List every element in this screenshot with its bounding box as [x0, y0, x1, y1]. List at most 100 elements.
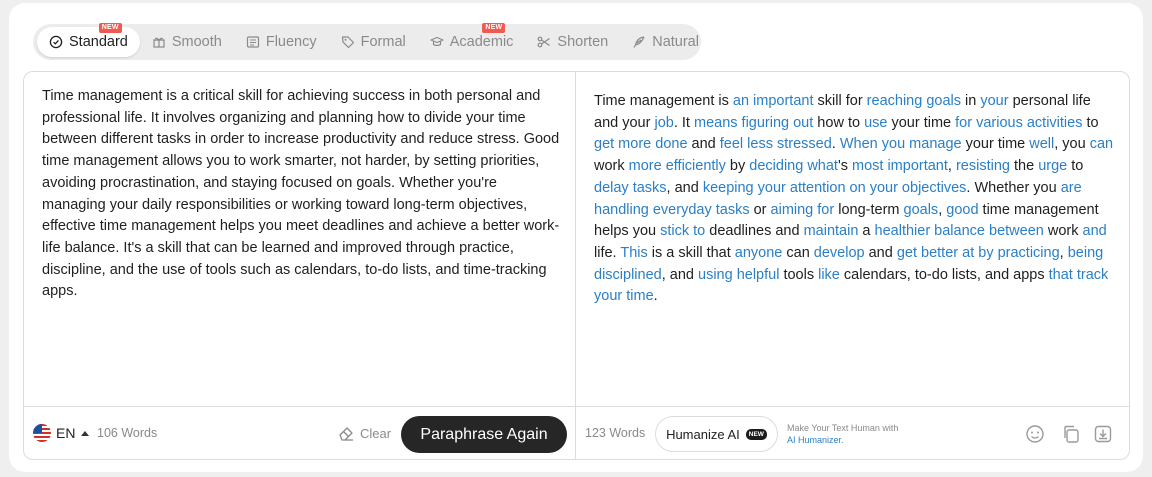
humanizer-promo: Make Your Text Human with AI Humanizer. — [787, 422, 898, 446]
changed-phrase[interactable]: healthier balance between — [875, 223, 1044, 239]
unchanged-text: 's — [837, 158, 852, 175]
unchanged-text: work — [1043, 223, 1083, 240]
unchanged-text: , — [947, 158, 956, 175]
unchanged-text: . It — [673, 114, 694, 131]
new-badge: NEW — [745, 428, 767, 440]
us-flag-icon — [33, 424, 51, 442]
changed-phrase[interactable]: use — [864, 115, 887, 131]
changed-phrase[interactable]: urge — [1038, 158, 1067, 174]
unchanged-text: calendars, to-do lists, and apps — [839, 266, 1049, 283]
changed-phrase[interactable]: aiming for — [771, 202, 835, 218]
changed-phrase[interactable]: stick to — [660, 223, 705, 239]
output-pane: Time management is an important skill fo… — [576, 72, 1129, 406]
humanize-ai-button[interactable]: Humanize AI NEW — [655, 416, 778, 452]
changed-phrase[interactable]: deciding what — [749, 158, 838, 174]
input-footer: EN 106 Words Clear Paraphrase Again — [24, 406, 576, 459]
tab-standard[interactable]: Standard NEW — [37, 23, 140, 57]
changed-phrase[interactable]: This — [620, 245, 647, 261]
graduation-cap-icon — [430, 35, 444, 49]
changed-phrase[interactable]: good — [946, 202, 978, 218]
humanize-label: Humanize AI — [666, 426, 740, 442]
tab-academic[interactable]: Academic NEW — [418, 23, 526, 57]
clear-label: Clear — [360, 425, 392, 441]
clear-button[interactable]: Clear — [337, 424, 391, 442]
feather-icon — [632, 35, 646, 49]
smiley-feedback-icon[interactable] — [1024, 423, 1046, 445]
unchanged-text: deadlines and — [705, 223, 804, 240]
changed-phrase[interactable]: an important — [733, 93, 814, 109]
tab-shorten[interactable]: Shorten — [525, 27, 620, 57]
gift-icon — [152, 35, 166, 49]
tab-label: Academic — [449, 34, 514, 50]
unchanged-text: is a skill that — [647, 244, 735, 261]
changed-phrase[interactable]: means figuring out — [694, 115, 813, 131]
new-badge: NEW — [98, 23, 122, 33]
input-text[interactable]: Time management is a critical skill for … — [42, 86, 562, 303]
ai-humanizer-link[interactable]: AI Humanizer. — [787, 434, 898, 446]
unchanged-text: by — [725, 158, 750, 175]
paraphrase-again-button[interactable]: Paraphrase Again — [401, 416, 567, 453]
changed-phrase[interactable]: feel less stressed — [720, 136, 832, 152]
unchanged-text: Time management is — [594, 93, 733, 109]
changed-phrase[interactable]: and — [1083, 223, 1107, 239]
unchanged-text: , and — [666, 179, 703, 196]
changed-phrase[interactable]: most important — [852, 158, 948, 174]
new-badge: NEW — [482, 23, 506, 33]
unchanged-text: long-term — [834, 201, 904, 218]
tab-label: Formal — [360, 34, 406, 50]
changed-phrase[interactable]: When you manage — [840, 136, 962, 152]
unchanged-text: to — [1067, 158, 1084, 175]
unchanged-text: , — [1059, 244, 1068, 261]
unchanged-text: your time — [887, 114, 956, 131]
tab-smooth[interactable]: Smooth — [140, 27, 234, 57]
unchanged-text: in — [961, 93, 981, 109]
eraser-icon — [339, 427, 353, 441]
changed-phrase[interactable]: reaching goals — [867, 93, 961, 109]
changed-phrase[interactable]: for various activities — [955, 115, 1082, 131]
unchanged-text: . Whether you — [966, 179, 1061, 196]
tab-natural[interactable]: Natural — [620, 27, 711, 57]
changed-phrase[interactable]: well — [1029, 136, 1054, 152]
language-selector[interactable]: EN — [33, 424, 90, 442]
changed-phrase[interactable]: resisting — [956, 158, 1010, 174]
unchanged-text: . — [653, 288, 658, 305]
tab-fluency[interactable]: Fluency — [234, 27, 329, 57]
changed-phrase[interactable]: delay tasks — [594, 180, 667, 196]
unchanged-text: can — [782, 244, 814, 261]
changed-phrase[interactable]: get more done — [594, 136, 688, 152]
unchanged-text: the — [1009, 158, 1039, 175]
changed-phrase[interactable]: can — [1090, 136, 1113, 152]
unchanged-text: , and — [661, 266, 698, 283]
unchanged-text: . — [831, 136, 840, 153]
tab-label: Shorten — [557, 34, 609, 50]
tab-label: Smooth — [171, 34, 222, 50]
language-code: EN — [56, 425, 76, 441]
input-pane[interactable]: Time management is a critical skill for … — [24, 72, 576, 406]
tab-formal[interactable]: Formal — [329, 27, 418, 57]
unchanged-text: and — [687, 136, 720, 153]
output-text[interactable]: Time management is an important skill fo… — [594, 91, 1114, 308]
changed-phrase[interactable]: job — [654, 115, 673, 131]
download-icon[interactable] — [1092, 423, 1114, 445]
changed-phrase[interactable]: your — [980, 93, 1008, 109]
changed-phrase[interactable]: anyone — [735, 245, 783, 261]
changed-phrase[interactable]: develop — [814, 245, 865, 261]
unchanged-text: how to — [813, 114, 865, 131]
copy-icon[interactable] — [1060, 423, 1082, 445]
tab-label: Standard — [69, 34, 128, 50]
unchanged-text: your time — [961, 136, 1030, 153]
unchanged-text: skill for — [813, 93, 867, 109]
unchanged-text: tools — [779, 266, 819, 283]
unchanged-text: , you — [1054, 136, 1090, 153]
changed-phrase[interactable]: using helpful — [698, 267, 779, 283]
changed-phrase[interactable]: like — [818, 267, 840, 283]
tab-label: Natural — [652, 34, 699, 50]
changed-phrase[interactable]: maintain — [804, 223, 859, 239]
changed-phrase[interactable]: keeping your attention on your objective… — [703, 180, 967, 196]
changed-phrase[interactable]: more efficiently — [629, 158, 726, 174]
unchanged-text: and — [864, 244, 897, 261]
changed-phrase[interactable]: goals — [904, 202, 939, 218]
changed-phrase[interactable]: get better at by practicing — [897, 245, 1060, 261]
unchanged-text: to — [1082, 114, 1099, 131]
unchanged-text: or — [749, 201, 771, 218]
